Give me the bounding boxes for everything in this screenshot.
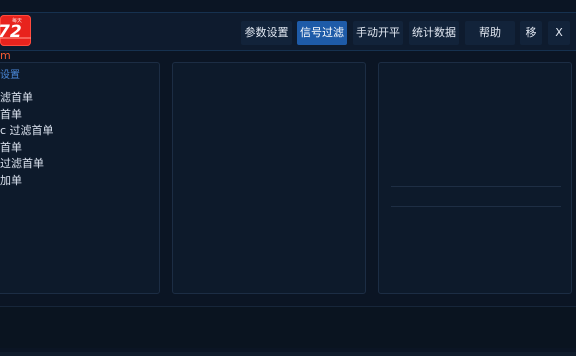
- menu-item[interactable]: 首单: [0, 140, 54, 157]
- right-panel-divider: [391, 206, 561, 207]
- menu-item[interactable]: c 过滤首单: [0, 123, 54, 140]
- menu-item[interactable]: 过滤首单: [0, 156, 54, 173]
- app-window: 每天 72 参数设置 信号过滤 手动开平 统计数据 帮助 移 X m 设置 滤首…: [0, 0, 576, 356]
- nav-button-manual-trade[interactable]: 手动开平: [353, 21, 403, 45]
- move-button[interactable]: 移: [520, 21, 542, 45]
- app-title: m: [0, 49, 11, 62]
- menu-item[interactable]: 加单: [0, 173, 54, 190]
- menu-item[interactable]: 滤首单: [0, 90, 54, 107]
- nav-button-help[interactable]: 帮助: [465, 21, 515, 45]
- close-button[interactable]: X: [548, 21, 570, 45]
- nav-button-statistics[interactable]: 统计数据: [409, 21, 459, 45]
- app-logo-icon: 每天 72: [0, 15, 31, 46]
- middle-panel: [172, 62, 366, 294]
- left-panel-heading: 设置: [0, 70, 20, 81]
- right-panel-divider: [391, 186, 561, 187]
- status-bar: [0, 306, 576, 348]
- window-bottom-edge: [0, 352, 576, 356]
- filter-menu-list: 滤首单 首单 c 过滤首单 首单 过滤首单 加单: [0, 90, 54, 190]
- right-panel: [378, 62, 572, 294]
- menu-item[interactable]: 首单: [0, 107, 54, 124]
- logo-shine: [0, 37, 31, 39]
- nav-button-params[interactable]: 参数设置: [241, 21, 292, 45]
- nav-button-signal-filter[interactable]: 信号过滤: [297, 21, 347, 45]
